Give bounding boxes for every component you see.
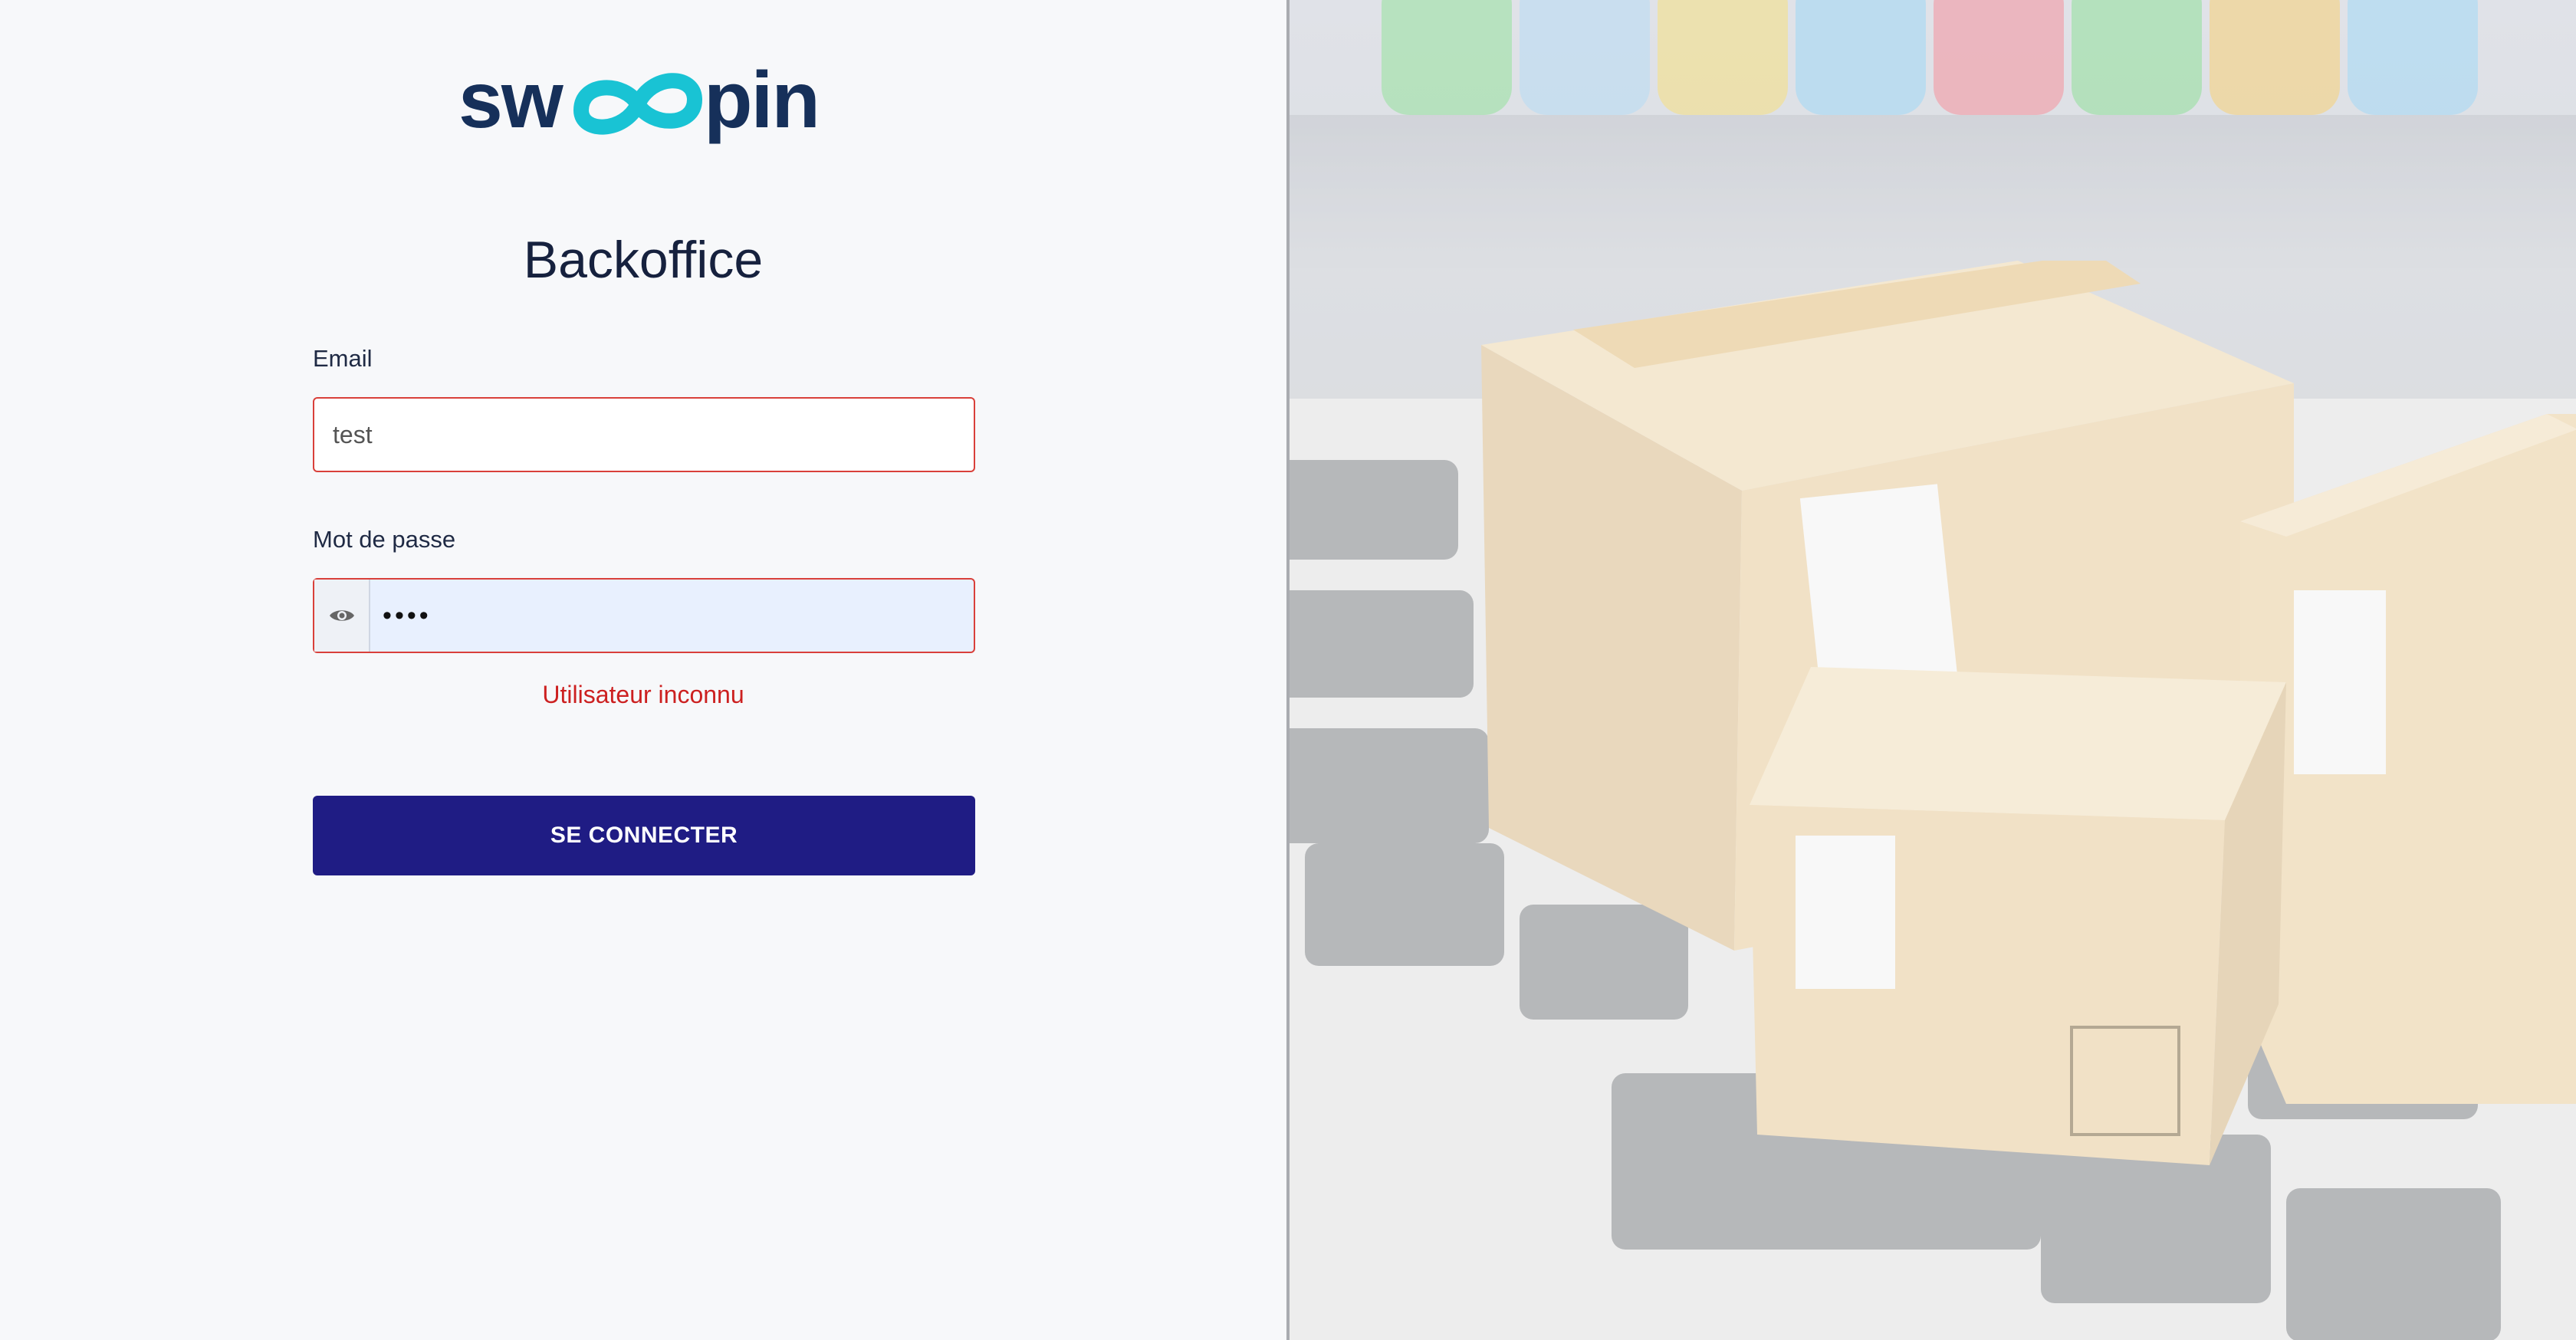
swoopin-logo: sw pin (458, 63, 820, 145)
password-label: Mot de passe (313, 526, 456, 553)
email-field[interactable] (314, 399, 974, 471)
page-title: Backoffice (523, 231, 764, 289)
email-label: Email (313, 345, 373, 372)
svg-text:pin: pin (704, 63, 819, 145)
login-panel: sw pin Backoffice Email Mot de passe Uti… (0, 0, 1286, 1340)
password-field-wrapper (313, 578, 975, 653)
image-overlay (1290, 0, 2576, 1340)
error-message: Utilisateur inconnu (542, 681, 744, 708)
login-button[interactable]: SE CONNECTER (313, 796, 975, 875)
eye-icon[interactable] (314, 580, 371, 652)
svg-text:sw: sw (458, 63, 564, 145)
password-field[interactable] (370, 580, 974, 652)
hero-image (1290, 0, 2576, 1340)
email-field-wrapper (313, 397, 975, 472)
